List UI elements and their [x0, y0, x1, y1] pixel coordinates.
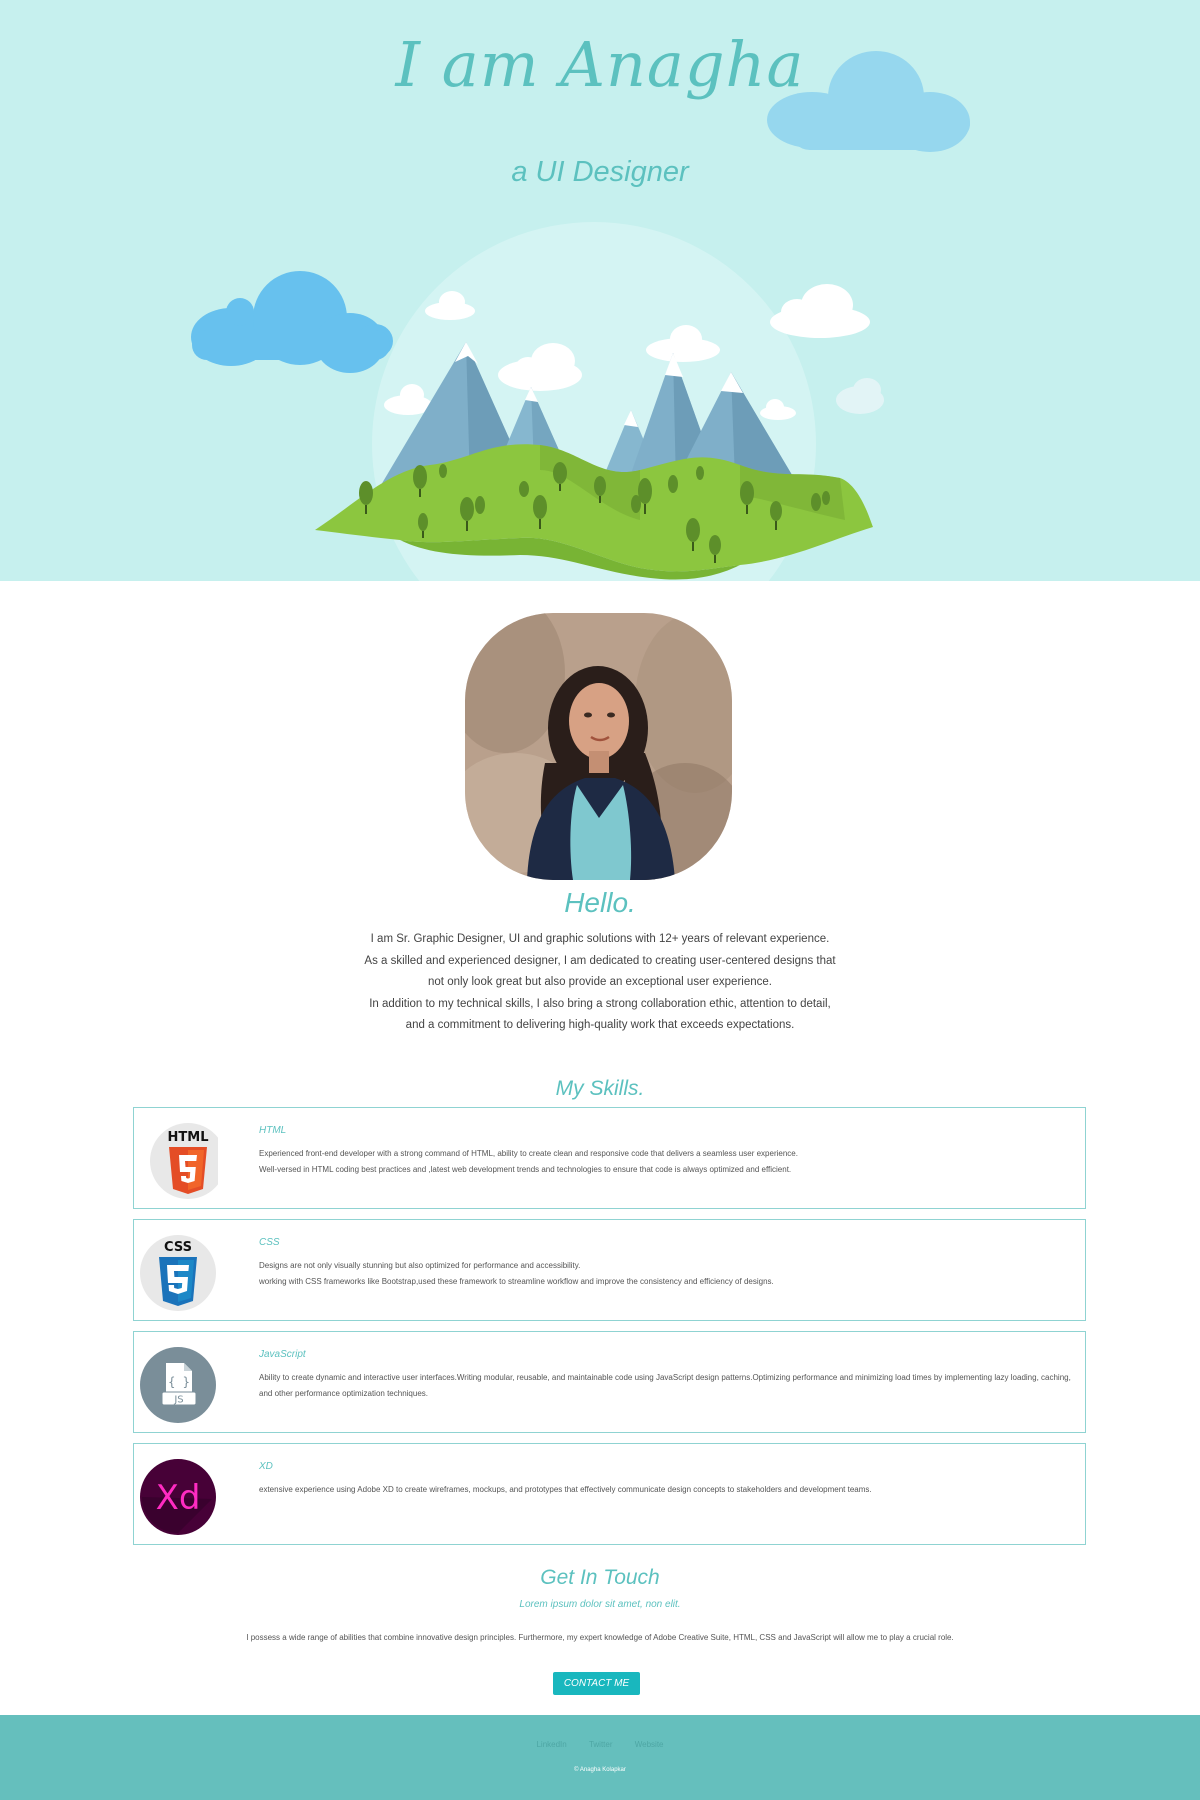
about-heading: Hello. [564, 887, 636, 918]
footer-link-twitter[interactable]: Twitter [589, 1740, 613, 1749]
bio-line: As a skilled and experienced designer, I… [364, 954, 836, 967]
skill-description-line: Well-versed in HTML coding best practice… [259, 1165, 792, 1174]
contact-heading: Get In Touch [540, 1566, 660, 1589]
bio-line: not only look great but also provide an … [428, 976, 772, 988]
skill-description-line: Experienced front-end developer with a s… [259, 1149, 798, 1158]
skill-name: CSS [259, 1237, 280, 1248]
skill-description-line: extensive experience using Adobe XD to c… [259, 1485, 872, 1494]
footer-links: LinkedIn Twitter Website [0, 1740, 1200, 1749]
skill-description: Experienced front-end developer with a s… [259, 1146, 1079, 1178]
hero-section: I am Anagha a UI Designer [0, 0, 1200, 581]
svg-text:Xd: Xd [156, 1478, 201, 1518]
skill-description: Ability to create dynamic and interactiv… [259, 1370, 1079, 1402]
javascript-file-icon: { } JS [140, 1347, 216, 1423]
hero-subtitle: a UI Designer [511, 156, 689, 188]
bio-line: In addition to my technical skills, I al… [369, 997, 831, 1010]
svg-text:CSS: CSS [164, 1240, 192, 1255]
hero-title: I am Anagha [395, 28, 805, 101]
footer-link-website[interactable]: Website [635, 1740, 664, 1749]
html5-icon: HTML [150, 1123, 218, 1199]
skill-card-javascript: { } JS JavaScript Ability to create dyna… [133, 1331, 1086, 1433]
skill-description: extensive experience using Adobe XD to c… [259, 1482, 1079, 1498]
footer-copyright: © Anagha Kolapkar [574, 1767, 626, 1773]
skill-description-line: Designs are not only visually stunning b… [259, 1261, 581, 1270]
contact-text: I possess a wide range of abilities that… [246, 1633, 954, 1642]
css3-icon: CSS [140, 1235, 216, 1311]
skill-card-xd: Xd XD extensive experience using Adobe X… [133, 1443, 1086, 1545]
contact-subheading: Lorem ipsum dolor sit amet, non elit. [519, 1599, 681, 1610]
profile-portrait-image [465, 613, 732, 880]
skill-name: HTML [259, 1125, 287, 1136]
skills-heading: My Skills. [555, 1077, 645, 1100]
about-bio: I am Sr. Graphic Designer, UI and graphi… [0, 929, 1200, 1037]
contact-me-button[interactable]: CONTACT ME [553, 1672, 640, 1695]
skill-card-css: CSS CSS Designs are not only visually st… [133, 1219, 1086, 1321]
skill-name: XD [259, 1461, 273, 1472]
cloud-icon [191, 271, 393, 373]
footer-link-linkedin[interactable]: LinkedIn [536, 1740, 566, 1749]
skill-description-line: Ability to create dynamic and interactiv… [259, 1373, 1071, 1398]
skill-name: JavaScript [259, 1349, 306, 1360]
bio-line: and a commitment to delivering high-qual… [405, 1019, 795, 1031]
svg-text:{ }: { } [168, 1375, 190, 1389]
footer: LinkedIn Twitter Website © Anagha Kolapk… [0, 1715, 1200, 1800]
skill-description: Designs are not only visually stunning b… [259, 1258, 1079, 1290]
skill-description-line: working with CSS frameworks like Bootstr… [259, 1277, 774, 1286]
svg-text:JS: JS [173, 1395, 183, 1406]
profile-avatar [465, 613, 732, 880]
bio-line: I am Sr. Graphic Designer, UI and graphi… [370, 933, 830, 945]
svg-text:HTML: HTML [168, 1130, 209, 1145]
skill-card-html: HTML HTML Experienced front-end develope… [133, 1107, 1086, 1209]
adobe-xd-icon: Xd [140, 1459, 216, 1535]
